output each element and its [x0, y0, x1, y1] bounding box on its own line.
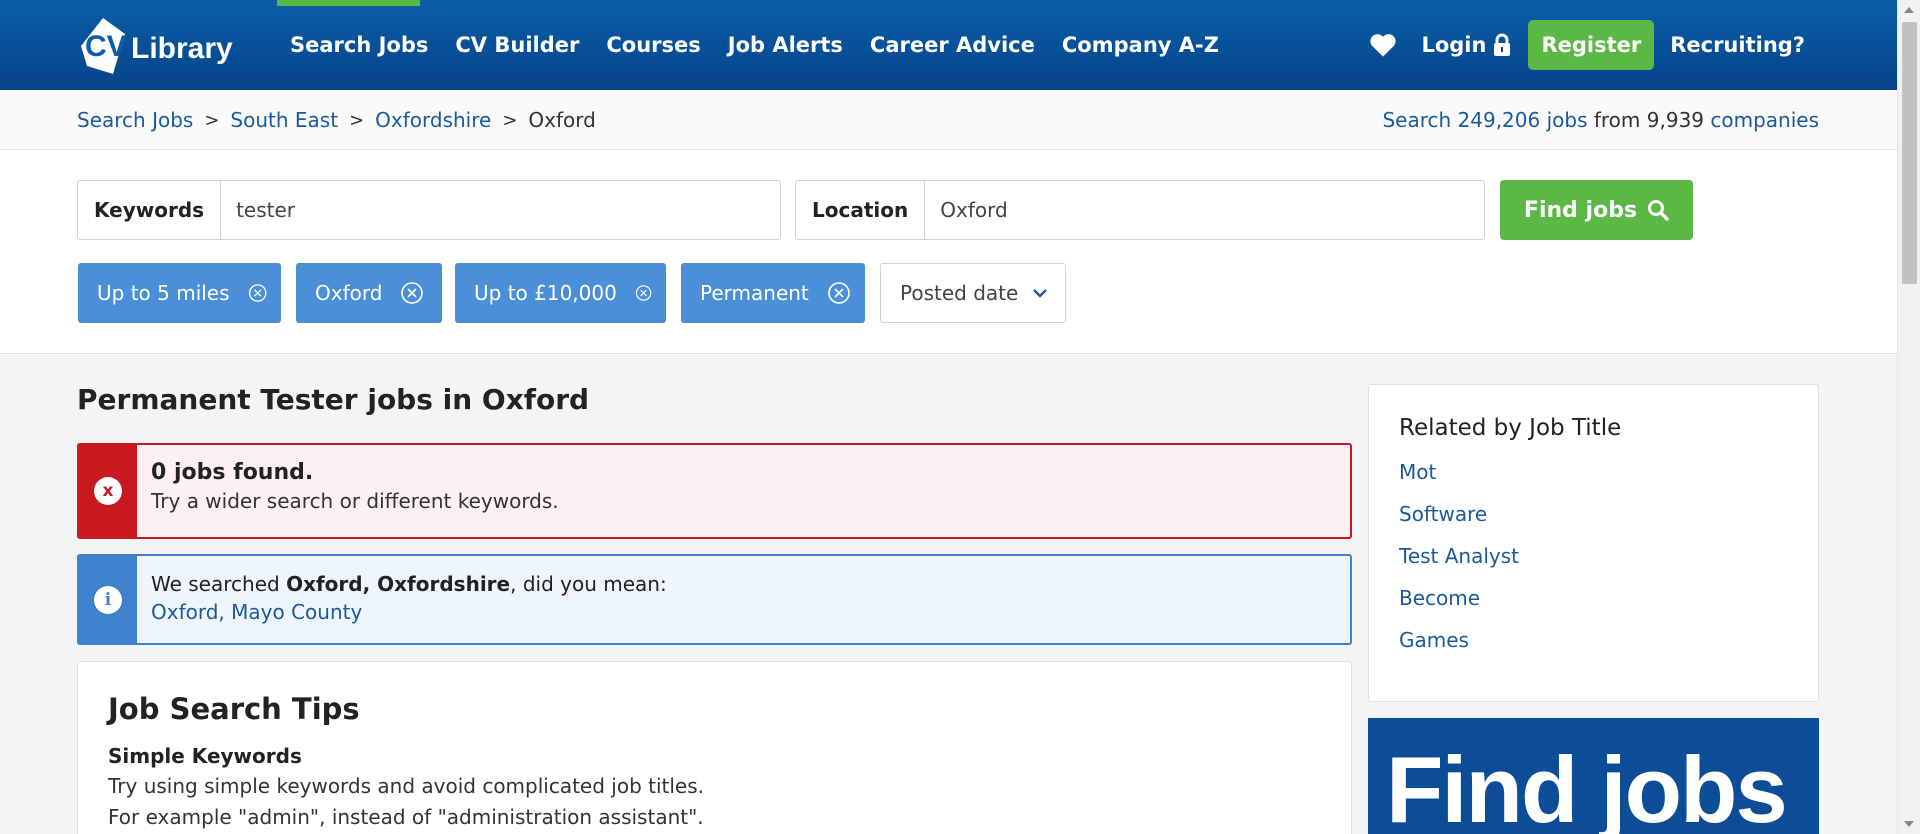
- related-link-software[interactable]: Software: [1399, 493, 1788, 535]
- alert-icon-bar: x: [79, 445, 137, 537]
- error-icon: x: [94, 477, 122, 505]
- recruiting-link[interactable]: Recruiting?: [1670, 33, 1805, 57]
- tips-line: Try using simple keywords and avoid comp…: [108, 774, 705, 798]
- filter-chip-label: Up to £10,000: [474, 281, 617, 305]
- alert-icon-bar: i: [79, 556, 137, 643]
- nav-cv-builder[interactable]: CV Builder: [455, 33, 579, 57]
- search-icon: [1648, 200, 1669, 221]
- searched-location: Oxford, Oxfordshire: [286, 572, 511, 596]
- scroll-down-arrow-icon[interactable]: [1904, 821, 1914, 827]
- companies-link[interactable]: companies: [1710, 108, 1819, 132]
- top-navigation-bar: CV Library Search Jobs CV Builder Course…: [0, 0, 1897, 90]
- suggestion-text: We searched Oxford, Oxfordshire, did you…: [151, 570, 667, 598]
- filter-chip-label: Up to 5 miles: [97, 281, 230, 305]
- related-link-test-analyst[interactable]: Test Analyst: [1399, 535, 1788, 577]
- nav-job-alerts[interactable]: Job Alerts: [728, 33, 843, 57]
- suggestion-prefix: We searched: [151, 572, 287, 596]
- breadcrumb: Search Jobs > South East > Oxfordshire >…: [77, 90, 596, 150]
- nav-courses[interactable]: Courses: [606, 33, 700, 57]
- location-label: Location: [796, 181, 926, 239]
- keywords-input[interactable]: [221, 181, 780, 239]
- scroll-up-arrow-icon[interactable]: [1904, 7, 1914, 13]
- nav-search-jobs[interactable]: Search Jobs: [290, 33, 428, 57]
- heart-icon[interactable]: [1369, 32, 1397, 58]
- related-link-mot[interactable]: Mot: [1399, 451, 1788, 493]
- keywords-label: Keywords: [78, 181, 222, 239]
- page-scrollbar[interactable]: [1897, 0, 1920, 834]
- info-icon: i: [94, 585, 122, 614]
- scrollbar-thumb[interactable]: [1902, 22, 1917, 284]
- cv-library-logo[interactable]: CV Library: [73, 12, 243, 78]
- remove-filter-icon[interactable]: [248, 281, 267, 305]
- related-link-become[interactable]: Become: [1399, 577, 1788, 619]
- related-title: Related by Job Title: [1399, 415, 1622, 441]
- svg-text:CV: CV: [85, 30, 127, 63]
- filter-chip-label: Permanent: [700, 281, 809, 305]
- tips-subtitle: Simple Keywords: [108, 744, 302, 768]
- breadcrumb-search-jobs[interactable]: Search Jobs: [77, 108, 193, 132]
- remove-filter-icon[interactable]: [827, 281, 851, 305]
- no-results-title: 0 jobs found.: [151, 460, 314, 485]
- breadcrumb-current: Oxford: [528, 108, 596, 132]
- tips-title: Job Search Tips: [108, 692, 360, 726]
- filter-chip-label: Oxford: [315, 281, 383, 305]
- filter-chip-salary[interactable]: Up to £10,000: [455, 263, 666, 323]
- breadcrumb-separator: >: [349, 109, 365, 131]
- related-job-titles: Related by Job Title Mot Software Test A…: [1368, 384, 1819, 702]
- nav-company-a-z[interactable]: Company A-Z: [1062, 33, 1219, 57]
- search-section: Keywords Location Find jobs Up to 5 mile…: [0, 150, 1897, 354]
- breadcrumb-oxfordshire[interactable]: Oxfordshire: [375, 108, 491, 132]
- location-suggestion-alert: i We searched Oxford, Oxfordshire, did y…: [77, 554, 1352, 645]
- no-results-alert: x 0 jobs found. Try a wider search or di…: [77, 443, 1352, 539]
- no-results-text: Try a wider search or different keywords…: [151, 489, 559, 513]
- job-stats: Search 249,206 jobs from 9,939 companies: [1382, 90, 1819, 150]
- nav-career-advice[interactable]: Career Advice: [870, 33, 1035, 57]
- search-jobs-count-link[interactable]: Search 249,206 jobs: [1382, 108, 1587, 132]
- remove-filter-icon[interactable]: [400, 281, 424, 305]
- find-jobs-promo-banner[interactable]: Find jobs: [1368, 718, 1819, 834]
- find-jobs-button[interactable]: Find jobs: [1500, 180, 1693, 240]
- login-label: Login: [1421, 33, 1487, 57]
- register-button[interactable]: Register: [1528, 20, 1655, 70]
- breadcrumb-separator: >: [204, 109, 220, 131]
- chevron-down-icon: [1033, 289, 1048, 298]
- filter-chip-distance[interactable]: Up to 5 miles: [78, 263, 281, 323]
- breadcrumb-separator: >: [502, 109, 518, 131]
- stats-from-text: from 9,939: [1587, 108, 1711, 132]
- header-actions: Login Register Recruiting?: [1369, 0, 1897, 90]
- job-search-tips: Job Search Tips Simple Keywords Try usin…: [77, 661, 1352, 834]
- filter-chip-job-type[interactable]: Permanent: [681, 263, 865, 323]
- logo-icon: CV Library: [81, 18, 233, 74]
- find-jobs-label: Find jobs: [1523, 197, 1638, 223]
- location-input[interactable]: [925, 181, 1484, 239]
- posted-date-label: Posted date: [900, 281, 1019, 305]
- page-title: Permanent Tester jobs in Oxford: [77, 383, 590, 416]
- posted-date-dropdown[interactable]: Posted date: [880, 263, 1066, 323]
- suggested-location-link[interactable]: Oxford, Mayo County: [151, 600, 362, 624]
- lock-icon: [1494, 33, 1511, 56]
- tips-line: For example "admin", instead of "adminis…: [108, 805, 704, 829]
- filter-chip-location[interactable]: Oxford: [296, 263, 442, 323]
- location-field: Location: [795, 180, 1485, 240]
- svg-text:Library: Library: [131, 32, 233, 65]
- keywords-field: Keywords: [77, 180, 781, 240]
- breadcrumb-south-east[interactable]: South East: [230, 108, 338, 132]
- breadcrumb-bar: Search Jobs > South East > Oxfordshire >…: [0, 90, 1897, 150]
- suggestion-suffix: , did you mean:: [510, 572, 667, 596]
- main-nav: Search Jobs CV Builder Courses Job Alert…: [290, 0, 1246, 90]
- login-link[interactable]: Login: [1421, 33, 1512, 57]
- related-link-games[interactable]: Games: [1399, 619, 1788, 661]
- promo-text: Find jobs: [1386, 737, 1788, 834]
- remove-filter-icon[interactable]: [635, 281, 652, 305]
